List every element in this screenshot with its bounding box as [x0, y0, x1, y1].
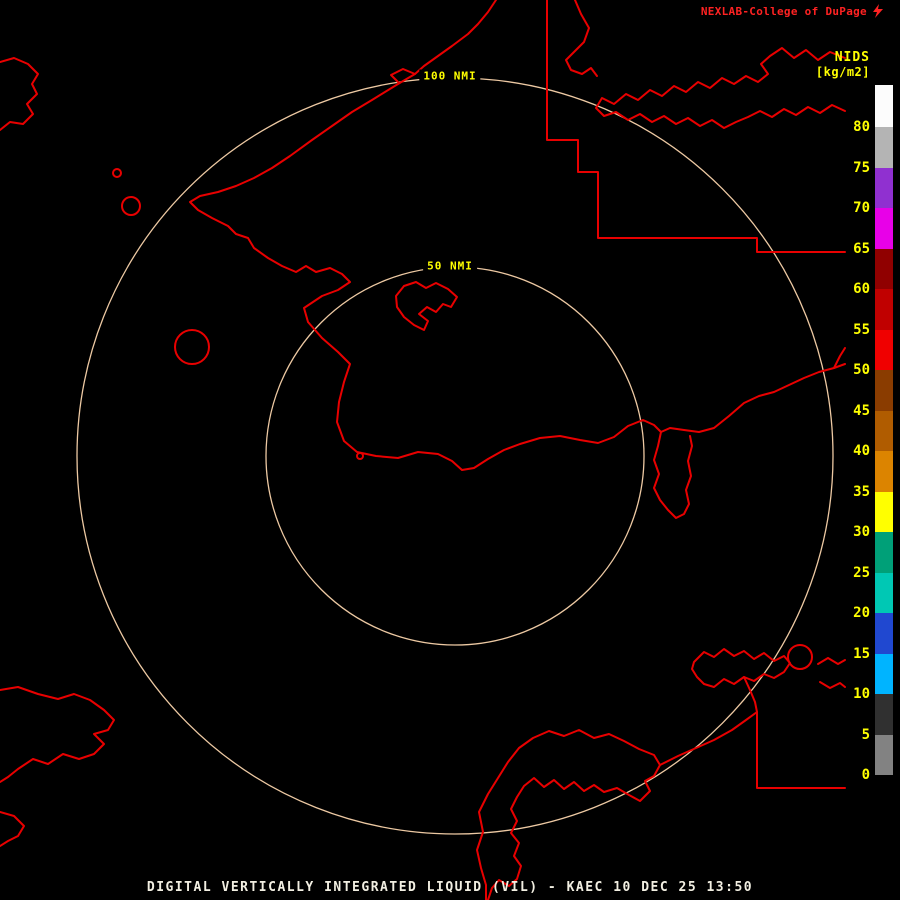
- colorbar-strip: [875, 85, 893, 775]
- southeast-island-tail: [743, 676, 758, 713]
- range-rings: [76, 77, 834, 835]
- coastline-south-landmass: [476, 729, 661, 900]
- coastline-top-hook: [565, 0, 598, 77]
- colorbar-segment-20-25: [875, 572, 893, 613]
- map-outlines: [0, 0, 846, 900]
- colorbar-segment-50-55: [875, 329, 893, 370]
- colorbar-segment-65-70: [875, 208, 893, 249]
- colorbar-segment-10-15: [875, 653, 893, 694]
- colorbar-segment-45-50: [875, 370, 893, 411]
- colorbar-tick-30: 30: [853, 524, 870, 540]
- colorbar-tick-0: 0: [861, 767, 870, 783]
- product-caption: DIGITAL VERTICALLY INTEGRATED LIQUID (VI…: [146, 880, 754, 895]
- colorbar-tick-35: 35: [853, 483, 870, 500]
- colorbar-tick-10: 10: [853, 686, 870, 702]
- island-cluster: [395, 281, 458, 331]
- colorbar-tick-60: 60: [853, 281, 870, 297]
- colorbar-tick-80: 80: [853, 119, 870, 135]
- colorbar-segment-25-30: [875, 532, 893, 573]
- coastline-southwest: [0, 686, 115, 783]
- colorbar-tick-5: 5: [861, 726, 870, 743]
- range-ring-label-100nmi: 100 NMI: [419, 69, 481, 83]
- colorbar-tick-45: 45: [853, 402, 870, 419]
- colorbar-segment-40-45: [875, 410, 893, 451]
- radar-display: NEXLAB-College of DuPage NIDS [kg/m2] 80…: [0, 0, 900, 900]
- island-circle-northwest: [121, 196, 141, 216]
- colorbar-tick-15: 15: [853, 645, 870, 662]
- range-ring-label-50nmi: 50 NMI: [423, 259, 477, 273]
- colorbar-tick-70: 70: [853, 200, 870, 216]
- coastline-main: [189, 0, 846, 471]
- colorbar-tick-75: 75: [853, 159, 870, 176]
- colorbar-segment-70-75: [875, 167, 893, 208]
- colorbar-segment-0-5: [875, 734, 893, 775]
- colorbar-segment-60-65: [875, 248, 893, 289]
- range-ring-50nmi: [265, 266, 645, 646]
- colorbar-title: NIDS: [834, 50, 870, 65]
- colorbar-segment-80+: [875, 85, 893, 127]
- colorbar-tick-55: 55: [853, 321, 870, 338]
- island-dot-center: [356, 452, 364, 460]
- range-ring-100nmi: [76, 77, 834, 835]
- county-boundary-top: [546, 0, 846, 253]
- colorbar-segment-30-35: [875, 491, 893, 532]
- colorbar-tick-25: 25: [853, 564, 870, 581]
- brand: NEXLAB-College of DuPage: [701, 4, 884, 18]
- island-mark-northwest: [112, 168, 122, 178]
- colorbar-tick-65: 65: [853, 240, 870, 257]
- colorbar-tick-40: 40: [853, 443, 870, 459]
- brand-link[interactable]: NEXLAB-College of DuPage: [701, 5, 867, 18]
- coastline-northeast: [595, 47, 846, 129]
- island-circle-west: [174, 329, 210, 365]
- coastline-southwest-wiggle: [0, 811, 25, 847]
- colorbar-tick-50: 50: [853, 362, 870, 378]
- colorbar-segment-5-10: [875, 694, 893, 735]
- lightning-logo-icon: [873, 4, 883, 18]
- colorbar-segment-75-80: [875, 127, 893, 168]
- colorbar-segment-55-60: [875, 289, 893, 330]
- colorbar-units: [kg/m2]: [815, 65, 870, 79]
- colorbar-segment-15-20: [875, 613, 893, 654]
- coastal-inlet: [653, 431, 693, 519]
- colorbar-segment-35-40: [875, 451, 893, 492]
- radar-map: [0, 0, 846, 900]
- coastline-left-blob: [0, 57, 39, 131]
- island-circle-southeast: [787, 644, 813, 670]
- colorbar-tick-20: 20: [853, 605, 870, 621]
- southeast-island: [691, 648, 791, 688]
- coastline-south-east-arm: [659, 711, 758, 766]
